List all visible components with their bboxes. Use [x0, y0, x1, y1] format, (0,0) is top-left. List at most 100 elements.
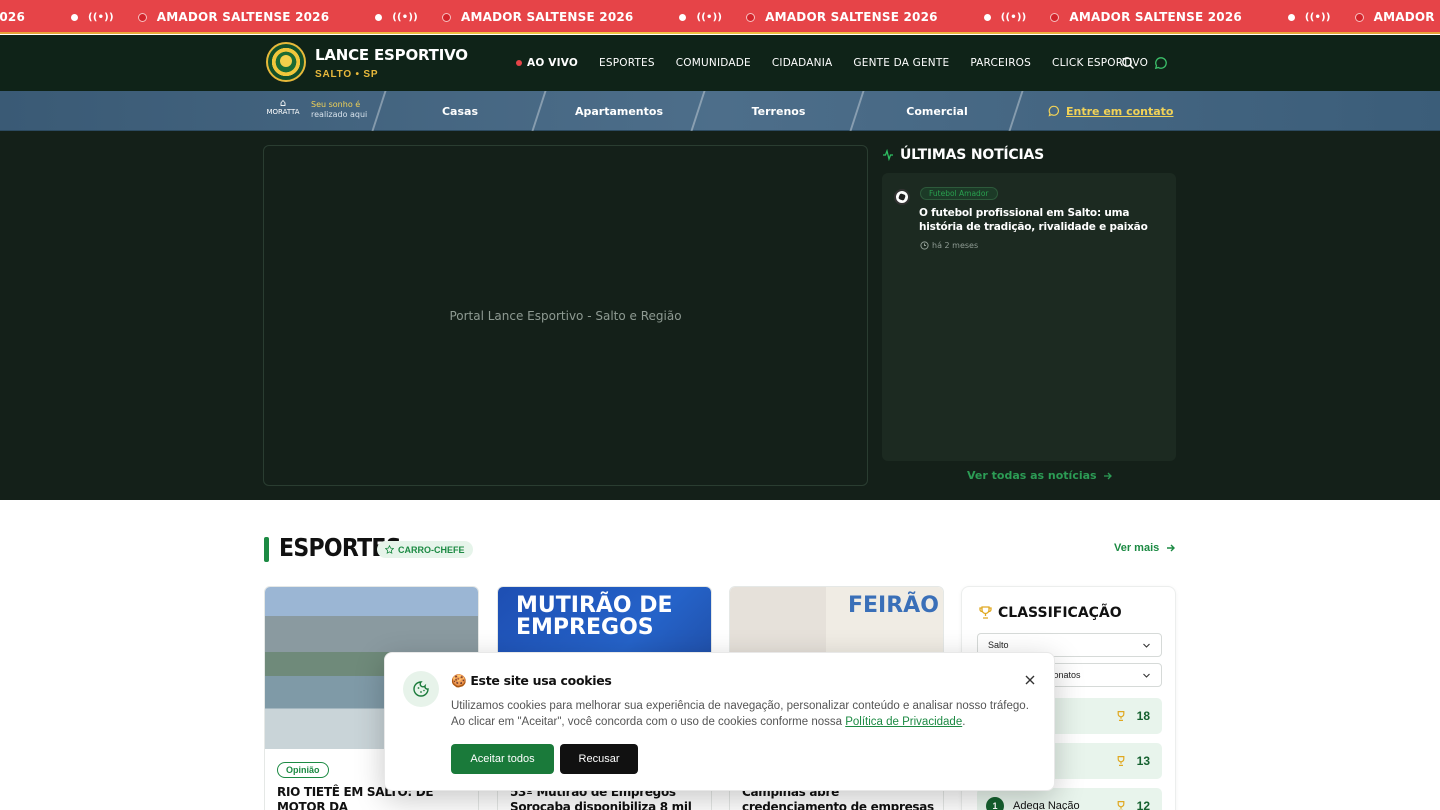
arrow-right-icon	[1167, 544, 1176, 552]
ticker-item[interactable]: SALTENSE 2026 ((•))	[0, 10, 114, 24]
nav-item-parceiros[interactable]: PARCEIROS	[970, 57, 1031, 69]
nav-item-ao-vivo[interactable]: AO VIVO	[516, 57, 578, 69]
section-badge: CARRO-CHEFE	[377, 541, 473, 558]
live-dot-icon	[1287, 13, 1295, 21]
close-icon[interactable]	[1023, 673, 1037, 687]
ball-icon	[1050, 12, 1060, 22]
live-dot-icon	[679, 13, 687, 21]
refuse-cookies-button[interactable]: Recusar	[560, 744, 638, 774]
contact-link[interactable]: Entre em contato	[1048, 91, 1173, 131]
ranking-row[interactable]: 1 Adega Nação 12	[977, 788, 1162, 810]
trophy-icon	[1117, 801, 1125, 810]
hero-section: Portal Lance Esportivo - Salto e Região …	[0, 131, 1440, 500]
privacy-policy-link[interactable]: Política de Privacidade	[845, 716, 962, 728]
ticker-label: AMADOR SALTENSE 2026	[156, 10, 330, 24]
chevron-down-icon	[1143, 643, 1150, 648]
sponsor-tagline-2: realizado aqui	[311, 110, 368, 119]
nav-item-comunidade[interactable]: COMUNIDADE	[676, 57, 751, 69]
image-caption: MUTIRÃO DE EMPREGOS	[516, 593, 673, 640]
star-icon	[385, 545, 394, 554]
brand-name[interactable]: LANCE ESPORTIVO	[315, 46, 468, 64]
ticker-item[interactable]: AMADOR SALTENSE 2026((•))	[1354, 10, 1440, 24]
featured-slot[interactable]: Portal Lance Esportivo - Salto e Região	[263, 145, 868, 486]
nav-item-esportes[interactable]: ESPORTES	[599, 57, 655, 69]
latest-news-heading: ÚLTIMAS NOTÍCIAS	[900, 147, 1045, 163]
accept-cookies-button[interactable]: Aceitar todos	[451, 744, 554, 774]
sponsor-logo-text: MORATTA	[266, 108, 300, 116]
nav-label: GENTE DA GENTE	[853, 57, 950, 69]
ticker-label: AMADOR SALTENSE 2026	[765, 10, 938, 24]
search-icon[interactable]	[1121, 56, 1135, 70]
points-value: 13	[1136, 754, 1150, 768]
site-header: LANCE ESPORTIVO SALTO • SP AO VIVO ESPOR…	[0, 35, 1440, 91]
rank-position: 1	[986, 797, 1004, 810]
see-more-link[interactable]: Ver mais	[1114, 542, 1176, 554]
news-title[interactable]: O futebol profissional em Salto: uma his…	[919, 206, 1164, 234]
broadcast-icon: ((•))	[696, 11, 723, 23]
article-tag[interactable]: Opinião	[277, 762, 329, 778]
nav-label: CIDADANIA	[771, 57, 833, 69]
live-dot-icon	[71, 13, 79, 21]
contact-label: Entre em contato	[1066, 104, 1174, 118]
news-item[interactable]: Futebol Amador O futebol profissional em…	[882, 173, 1176, 461]
ticker-item[interactable]: AMADOR SALTENSE 2026((•))	[1050, 10, 1330, 24]
nav-item-cidadania[interactable]: CIDADANIA	[772, 57, 833, 69]
team-name: Adega Nação	[1013, 800, 1080, 810]
category-apartamentos[interactable]: Apartamentos	[540, 91, 698, 131]
activity-icon	[883, 149, 893, 161]
cookie-text: Utilizamos cookies para melhorar sua exp…	[451, 700, 1029, 728]
ticker-label: AMADOR SALTENSE 2026	[1069, 10, 1242, 24]
live-dot-icon	[983, 13, 991, 21]
ticker-accent-line	[0, 32, 1440, 34]
live-dot-icon	[375, 13, 383, 21]
nav-label: AO VIVO	[527, 57, 579, 69]
cookie-icon	[403, 671, 439, 707]
ball-icon	[1354, 12, 1364, 22]
nav-item-gente-da-gente[interactable]: GENTE DA GENTE	[853, 57, 949, 69]
cookie-title: 🍪 Este site usa cookies	[451, 673, 612, 688]
ticker-label: AMADOR SALTENSE 2026	[460, 10, 634, 24]
nav-label: ESPORTES	[599, 57, 655, 69]
ball-icon	[746, 12, 756, 22]
image-caption: FEIRÃO	[848, 593, 939, 618]
broadcast-icon: ((•))	[88, 11, 114, 23]
category-terrenos[interactable]: Terrenos	[699, 91, 858, 131]
team-points: 12	[1115, 799, 1150, 810]
badge-label: CARRO-CHEFE	[398, 544, 465, 555]
category-comercial[interactable]: Comercial	[858, 91, 1016, 131]
ticker-track: SALTENSE 2026 ((•)) AMADOR SALTENSE 2026 ((…	[0, 0, 1440, 34]
ticker-item[interactable]: AMADOR SALTENSE 2026 ((•))	[746, 10, 1026, 24]
trophy-icon	[1117, 711, 1125, 721]
clock-icon	[920, 241, 929, 250]
chat-icon[interactable]	[1154, 56, 1168, 70]
city-select-value: Salto	[988, 640, 1009, 650]
logo-emblem[interactable]	[266, 42, 306, 82]
top-ticker: SALTENSE 2026 ((•)) AMADOR SALTENSE 2026 ((…	[0, 0, 1440, 34]
see-all-news-link[interactable]: Ver todas as notícias	[967, 469, 1113, 482]
chevron-down-icon	[1143, 673, 1150, 678]
ticker-item[interactable]: AMADOR SALTENSE 2026 ((•))	[137, 10, 418, 24]
team-points: 18	[1115, 709, 1150, 723]
live-dot-icon	[516, 60, 522, 66]
ball-icon	[441, 12, 451, 22]
trophy-icon	[1117, 756, 1125, 766]
soccer-ball-icon	[894, 189, 910, 205]
news-time-label: há 2 meses	[932, 241, 979, 250]
ball-icon	[137, 12, 147, 22]
points-value: 18	[1136, 709, 1150, 723]
ticker-item[interactable]: AMADOR SALTENSE 2026 ((•))	[441, 10, 723, 24]
broadcast-icon: ((•))	[392, 11, 418, 23]
main-nav: AO VIVO ESPORTES COMUNIDADE CIDADANIA GE…	[516, 35, 1148, 91]
sponsor-tagline-1: Seu sonho é	[311, 100, 361, 109]
classification-title: CLASSIFICAÇÃO	[998, 605, 1122, 621]
ticker-label: SALTENSE 2026	[0, 10, 26, 24]
category-casas[interactable]: Casas	[380, 91, 540, 131]
nav-label: COMUNIDADE	[675, 57, 751, 69]
ticker-label: AMADOR SALTENSE 2026	[1373, 10, 1440, 24]
sponsor-logo[interactable]: ⌂ MORATTA	[265, 99, 301, 123]
see-all-label: Ver todas as notícias	[967, 469, 1097, 482]
chat-bubble-icon	[1048, 105, 1060, 117]
broadcast-icon: ((•))	[1000, 11, 1027, 23]
news-category-tag[interactable]: Futebol Amador	[920, 187, 998, 200]
sponsor-banner[interactable]: ⌂ MORATTA Seu sonho é realizado aqui Cas…	[0, 91, 1440, 131]
